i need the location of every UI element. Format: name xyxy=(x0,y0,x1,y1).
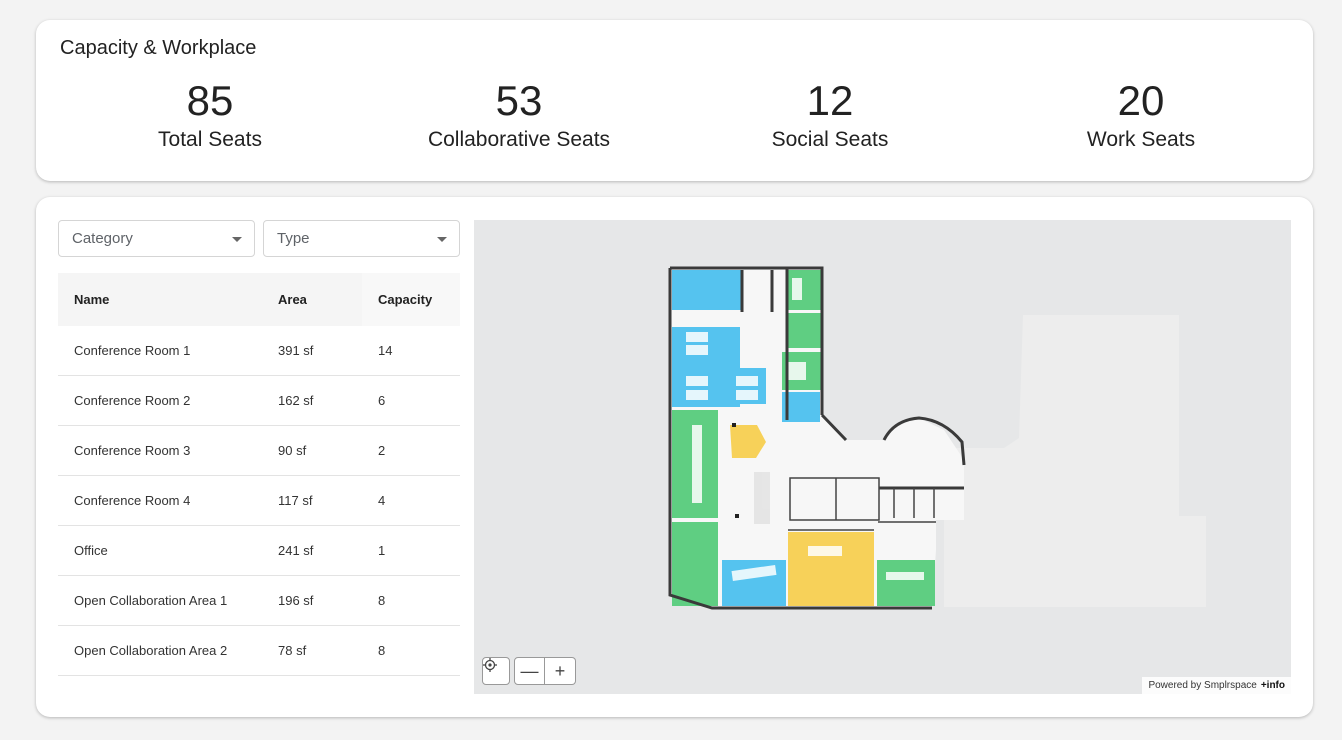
cell-area: 391 sf xyxy=(278,326,362,376)
stat-label: Social Seats xyxy=(771,128,889,151)
cell-name: Office xyxy=(58,525,278,576)
category-placeholder: Category xyxy=(72,230,133,247)
collaborative-area xyxy=(672,522,718,606)
cell-area: 90 sf xyxy=(278,425,362,476)
stat-total-seats: 85 Total Seats xyxy=(60,78,360,154)
stat-value: 53 xyxy=(495,77,543,124)
table-row[interactable]: Conference Room 2 162 sf 6 xyxy=(58,375,460,426)
column-header-capacity[interactable]: Capacity xyxy=(362,273,460,326)
work-area xyxy=(672,270,742,310)
capacity-summary-card: Capacity & Workplace 85 Total Seats 53 C… xyxy=(36,20,1313,181)
cell-capacity: 8 xyxy=(362,625,460,676)
type-filter-select[interactable]: Type xyxy=(263,220,460,257)
cell-area: 78 sf xyxy=(278,625,362,676)
stat-value: 12 xyxy=(806,77,854,124)
zoom-in-button[interactable]: + xyxy=(545,657,576,685)
attribution-text: Powered by Smplrspace xyxy=(1148,680,1257,691)
stat-value: 85 xyxy=(186,77,234,124)
cell-name: Conference Room 1 xyxy=(58,326,278,376)
chevron-down-icon xyxy=(437,237,447,242)
zoom-controls: — + xyxy=(514,657,576,685)
social-area xyxy=(788,532,874,606)
table-row[interactable]: Office 241 sf 1 xyxy=(58,525,460,576)
work-area xyxy=(722,560,786,606)
table-row[interactable]: Conference Room 3 90 sf 2 xyxy=(58,425,460,476)
table-row[interactable]: Open Collaboration Area 2 78 sf 8 xyxy=(58,625,460,676)
chevron-down-icon xyxy=(232,237,242,242)
stat-label: Work Seats xyxy=(1086,128,1196,151)
zoom-out-button[interactable]: — xyxy=(514,657,545,685)
page-title: Capacity & Workplace xyxy=(60,37,257,59)
cell-capacity: 14 xyxy=(362,326,460,376)
column-header-area[interactable]: Area xyxy=(278,273,362,326)
cell-area: 162 sf xyxy=(278,375,362,426)
table-row[interactable]: Conference Room 1 391 sf 14 xyxy=(58,326,460,376)
cell-area: 196 sf xyxy=(278,575,362,626)
table-header-row: Name Area Capacity xyxy=(58,273,460,326)
stat-social-seats: 12 Social Seats xyxy=(680,78,980,154)
adjacent-building-shape xyxy=(944,315,1206,607)
floor-plan-map[interactable]: — + Powered by Smplrspace +info xyxy=(474,220,1291,694)
attribution-info-link[interactable]: +info xyxy=(1261,680,1285,691)
recenter-button[interactable] xyxy=(482,657,510,685)
cell-capacity: 4 xyxy=(362,475,460,526)
cell-area: 117 sf xyxy=(278,475,362,526)
floor-plan-drawing[interactable] xyxy=(474,220,1291,694)
cell-name: Open Collaboration Area 1 xyxy=(58,575,278,626)
table-row[interactable]: Conference Room 4 117 sf 4 xyxy=(58,475,460,526)
collaborative-area xyxy=(787,313,822,348)
cell-capacity: 2 xyxy=(362,425,460,476)
column-header-name[interactable]: Name xyxy=(58,273,278,326)
cell-capacity: 1 xyxy=(362,525,460,576)
stat-work-seats: 20 Work Seats xyxy=(991,78,1291,154)
cell-name: Conference Room 4 xyxy=(58,475,278,526)
type-placeholder: Type xyxy=(277,230,310,247)
cell-name: Open Collaboration Area 2 xyxy=(58,625,278,676)
crosshair-icon xyxy=(483,658,497,672)
spaces-card: Category Type Name Area Capacity Confere… xyxy=(36,197,1313,717)
category-filter-select[interactable]: Category xyxy=(58,220,255,257)
map-attribution: Powered by Smplrspace +info xyxy=(1142,677,1291,694)
spaces-table: Name Area Capacity Conference Room 1 391… xyxy=(58,273,460,676)
cell-capacity: 6 xyxy=(362,375,460,426)
map-controls: — + xyxy=(482,657,576,685)
cell-name: Conference Room 2 xyxy=(58,375,278,426)
stat-value: 20 xyxy=(1117,77,1165,124)
cell-capacity: 8 xyxy=(362,575,460,626)
collaborative-area xyxy=(877,560,935,606)
stat-collaborative-seats: 53 Collaborative Seats xyxy=(369,78,669,154)
stat-label: Collaborative Seats xyxy=(427,128,611,151)
cell-name: Conference Room 3 xyxy=(58,425,278,476)
stat-label: Total Seats xyxy=(158,128,262,151)
cell-area: 241 sf xyxy=(278,525,362,576)
table-row[interactable]: Open Collaboration Area 1 196 sf 8 xyxy=(58,575,460,626)
